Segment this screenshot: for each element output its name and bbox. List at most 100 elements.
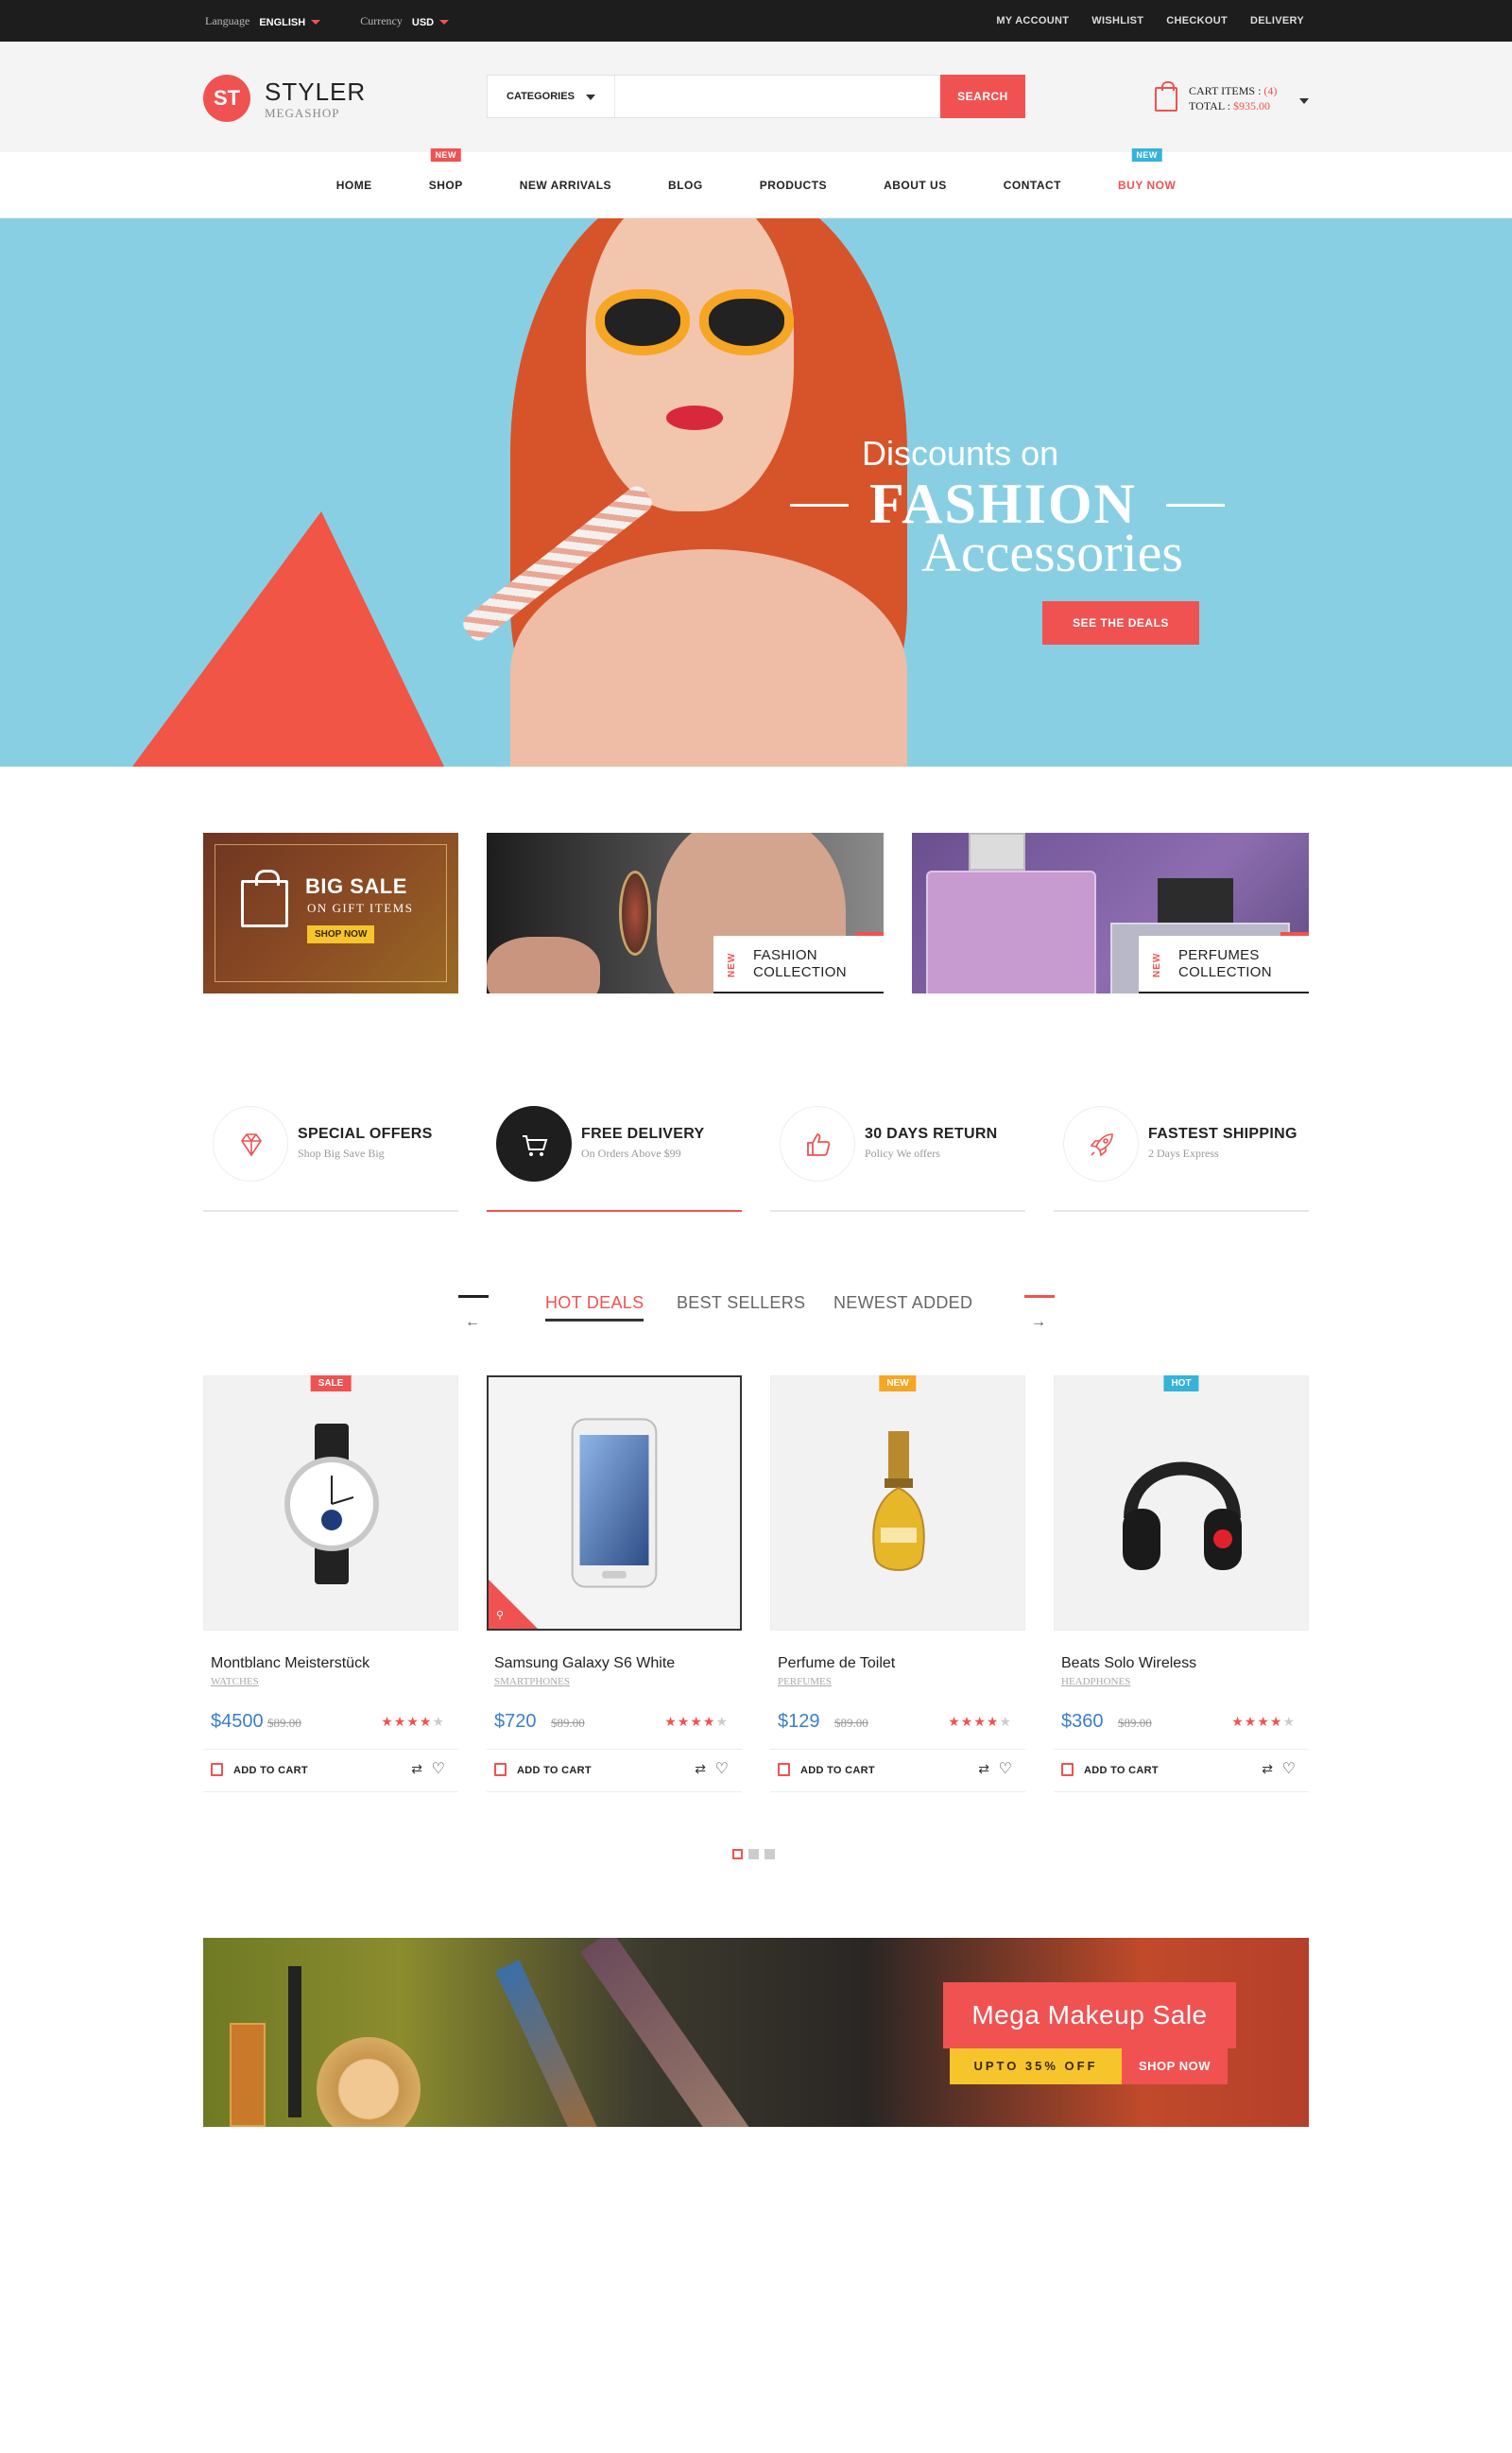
product-image[interactable]: HOT <box>1054 1375 1309 1631</box>
feature-subtitle: 2 Days Express <box>1148 1147 1219 1160</box>
my-account-link[interactable]: MY ACCOUNT <box>996 15 1069 26</box>
nav-item-products[interactable]: PRODUCTS <box>731 152 855 218</box>
feature-free-delivery[interactable]: FREE DELIVERY On Orders Above $99 <box>487 1097 742 1212</box>
compare-icon[interactable]: ⇄ <box>978 1761 989 1777</box>
tab-hot-deals[interactable]: HOT DEALS <box>545 1293 644 1322</box>
tab-accent-bar <box>1024 1295 1055 1298</box>
product-category[interactable]: HEADPHONES <box>1061 1676 1130 1687</box>
sale-badge: SALE <box>310 1375 352 1391</box>
product-name[interactable]: Beats Solo Wireless <box>1061 1655 1196 1672</box>
makeup-sale-banner[interactable]: Mega Makeup Sale UPTO 35% OFF SHOP NOW <box>203 1938 1309 2127</box>
add-to-cart-button[interactable]: ADD TO CART <box>233 1765 308 1776</box>
nav-item-contact[interactable]: CONTACT <box>975 152 1090 218</box>
nav-item-blog[interactable]: BLOG <box>640 152 731 218</box>
sunglasses-image <box>595 289 690 355</box>
hero-slider: Discounts on FASHION Accessories SEE THE… <box>0 218 1512 767</box>
hero-divider <box>790 504 849 507</box>
nav-item-home[interactable]: HOME <box>308 152 401 218</box>
nav-item-about-us[interactable]: ABOUT US <box>855 152 975 218</box>
product-category[interactable]: PERFUMES <box>778 1676 832 1687</box>
shop-now-button[interactable]: SHOP NOW <box>1122 2048 1228 2084</box>
feature-30-days-return[interactable]: 30 DAYS RETURN Policy We offers <box>770 1097 1025 1212</box>
pagination-dot[interactable] <box>765 1849 775 1859</box>
collection-line-2: COLLECTION <box>1178 964 1272 980</box>
nav-item-buy-now[interactable]: NEW BUY NOW <box>1090 148 1204 218</box>
compare-icon[interactable]: ⇄ <box>1262 1761 1273 1777</box>
earring-image <box>619 871 651 956</box>
tab-newest-added[interactable]: NEWEST ADDED <box>833 1293 972 1313</box>
pagination-dot[interactable] <box>732 1849 743 1859</box>
sunglasses-image <box>699 289 794 355</box>
nav-item-new-arrivals[interactable]: NEW ARRIVALS <box>491 152 640 218</box>
product-name[interactable]: Montblanc Meisterstück <box>211 1655 369 1672</box>
product-card[interactable]: ⚲ Samsung Galaxy S6 White SMARTPHONES $7… <box>487 1375 742 1792</box>
shopping-bag-icon <box>1155 81 1177 112</box>
logo-mark[interactable]: ST <box>203 75 250 122</box>
product-image[interactable]: SALE <box>203 1375 458 1631</box>
site-header: ST STYLER MEGASHOP CATEGORIES SEARCH CAR… <box>0 42 1512 152</box>
product-card[interactable]: SALE Montblanc Meisterstück WATCHES $450… <box>203 1375 458 1792</box>
nav-item-shop[interactable]: NEW SHOP <box>401 148 491 218</box>
tab-best-sellers[interactable]: BEST SELLERS <box>677 1293 805 1313</box>
main-nav: HOME NEW SHOP NEW ARRIVALS BLOG PRODUCTS … <box>0 148 1512 218</box>
delivery-link[interactable]: DELIVERY <box>1250 15 1304 26</box>
wishlist-heart-icon[interactable]: ♡ <box>715 1759 729 1778</box>
hero-line-1: Discounts on <box>862 434 1059 473</box>
search-input[interactable] <box>616 76 942 117</box>
cart-total-line: TOTAL : $935.00 <box>1189 99 1271 112</box>
product-category[interactable]: WATCHES <box>211 1676 259 1687</box>
feature-special-offers[interactable]: SPECIAL OFFERS Shop Big Save Big <box>203 1097 458 1212</box>
zoom-corner[interactable] <box>489 1580 538 1629</box>
new-badge: NEW <box>879 1375 917 1391</box>
product-image[interactable]: ⚲ <box>487 1375 742 1631</box>
see-the-deals-button[interactable]: SEE THE DEALS <box>1042 601 1199 645</box>
currency-select[interactable]: USD <box>412 15 450 28</box>
product-old-price: $89.00 <box>267 1716 301 1730</box>
add-to-cart-button[interactable]: ADD TO CART <box>517 1765 592 1776</box>
perfume-cap-image <box>1158 878 1233 924</box>
chevron-down-icon <box>311 19 321 25</box>
add-to-cart-button[interactable]: ADD TO CART <box>800 1765 875 1776</box>
magnifier-icon[interactable]: ⚲ <box>496 1609 504 1621</box>
wishlist-heart-icon[interactable]: ♡ <box>1282 1759 1296 1778</box>
perfumes-collection-banner[interactable]: NEW PERFUMES COLLECTION <box>912 833 1309 993</box>
product-price: $720 <box>494 1711 537 1732</box>
shop-now-button[interactable]: SHOP NOW <box>307 925 375 943</box>
language-select[interactable]: ENGLISH <box>259 15 321 28</box>
perfume-cap-image <box>969 833 1025 871</box>
cart-items-line: CART ITEMS : (4) <box>1189 84 1278 97</box>
brush-image <box>580 1938 752 2127</box>
logo-name[interactable]: STYLER <box>265 78 366 107</box>
fashion-collection-banner[interactable]: NEW FASHION COLLECTION <box>487 833 884 993</box>
discount-label: UPTO 35% OFF <box>950 2048 1122 2084</box>
caret-down-icon[interactable] <box>1299 98 1309 104</box>
feature-subtitle: Shop Big Save Big <box>298 1147 385 1160</box>
product-category[interactable]: SMARTPHONES <box>494 1676 570 1687</box>
checkout-link[interactable]: CHECKOUT <box>1166 15 1228 26</box>
compare-icon[interactable]: ⇄ <box>411 1761 422 1777</box>
chevron-down-icon <box>439 19 450 25</box>
product-name[interactable]: Samsung Galaxy S6 White <box>494 1655 675 1672</box>
arrow-left-icon[interactable]: ← <box>465 1314 480 1331</box>
big-sale-banner[interactable]: BIG SALE ON GIFT ITEMS SHOP NOW <box>203 833 458 993</box>
big-sale-subtitle: ON GIFT ITEMS <box>307 901 414 915</box>
feature-fastest-shipping[interactable]: FASTEST SHIPPING 2 Days Express <box>1054 1097 1309 1212</box>
add-to-cart-button[interactable]: ADD TO CART <box>1084 1765 1159 1776</box>
product-card[interactable]: NEW Perfume de Toilet PERFUMES $129 $89.… <box>770 1375 1025 1792</box>
product-name[interactable]: Perfume de Toilet <box>778 1655 895 1672</box>
currency-label: Currency <box>360 14 403 27</box>
product-image[interactable]: NEW <box>770 1375 1025 1631</box>
arrow-right-icon[interactable]: → <box>1031 1314 1046 1331</box>
pagination-dot[interactable] <box>748 1849 759 1859</box>
category-select[interactable]: CATEGORIES <box>488 76 615 117</box>
wishlist-heart-icon[interactable]: ♡ <box>999 1759 1012 1778</box>
wishlist-link[interactable]: WISHLIST <box>1091 15 1143 26</box>
wishlist-heart-icon[interactable]: ♡ <box>432 1759 445 1778</box>
product-card[interactable]: HOT Beats Solo Wireless HEADPHONES $360 … <box>1054 1375 1309 1792</box>
big-sale-title: BIG SALE <box>305 874 407 898</box>
product-actions: ADD TO CART ⇄ ♡ <box>487 1749 742 1792</box>
compare-icon[interactable]: ⇄ <box>695 1761 706 1777</box>
gift-bag-icon <box>241 870 288 927</box>
carousel-pagination <box>732 1849 775 1859</box>
search-button[interactable]: SEARCH <box>940 75 1025 118</box>
